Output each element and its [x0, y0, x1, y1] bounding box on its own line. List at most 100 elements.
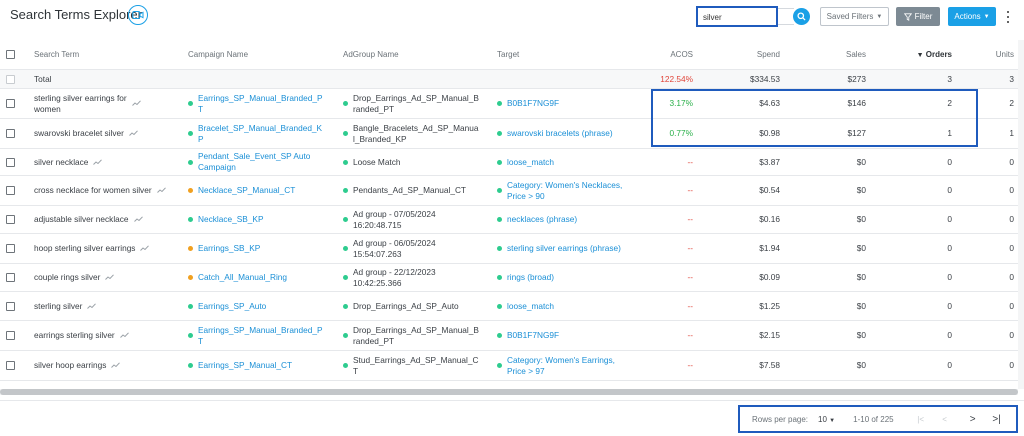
target-status-dot	[497, 333, 502, 338]
row-checkbox[interactable]	[6, 99, 15, 108]
col-units[interactable]: Units	[980, 50, 1014, 59]
actions-dropdown-button[interactable]: Actions ▼	[948, 7, 996, 26]
trend-chart-icon[interactable]	[156, 185, 166, 196]
trend-chart-icon[interactable]	[93, 157, 103, 168]
horizontal-scrollbar-thumb[interactable]	[0, 389, 1018, 395]
first-page-icon[interactable]: |<	[914, 412, 928, 426]
row-checkbox[interactable]	[6, 302, 15, 311]
campaign-link[interactable]: Earrings_SP_Manual_CT	[198, 360, 292, 371]
trend-chart-icon[interactable]	[105, 272, 115, 283]
target-link[interactable]: Category: Women's Necklaces, Price > 90	[507, 180, 622, 202]
trend-chart-icon[interactable]	[140, 243, 150, 254]
col-orders[interactable]: ▼ Orders	[905, 50, 952, 59]
search-term-cell: hoop sterling silver earrings	[34, 234, 184, 263]
next-page-icon[interactable]: >	[966, 412, 980, 426]
campaign-cell: Catch_All_Manual_Ring	[188, 264, 338, 291]
target-link[interactable]: B0B1F7NG9F	[507, 98, 559, 109]
funnel-icon	[903, 12, 912, 21]
row-checkbox[interactable]	[6, 215, 15, 224]
col-campaign-name[interactable]: Campaign Name	[188, 50, 248, 59]
actions-label: Actions	[954, 12, 981, 21]
row-checkbox[interactable]	[6, 361, 15, 370]
trend-chart-icon[interactable]	[133, 214, 143, 225]
target-status-dot	[497, 131, 502, 136]
col-adgroup-name[interactable]: AdGroup Name	[343, 50, 399, 59]
video-tutorial-button[interactable]	[128, 5, 148, 25]
target-link[interactable]: necklaces (phrase)	[507, 214, 577, 225]
trend-chart-icon[interactable]	[131, 98, 141, 109]
search-icon	[797, 12, 806, 21]
units-cell: 0	[1009, 156, 1014, 167]
row-checkbox[interactable]	[6, 331, 15, 340]
select-all-checkbox[interactable]	[6, 50, 15, 59]
campaign-link[interactable]: Bracelet_SP_Manual_Branded_K P	[198, 123, 322, 145]
row-checkbox[interactable]	[6, 273, 15, 282]
table-row[interactable]: earrings sterling silver Earrings_SP_Manu…	[0, 321, 1024, 351]
rows-per-page-select[interactable]: 10 ▼	[818, 415, 835, 424]
table-row[interactable]: couple rings silver Catch_All_Manual_Ring…	[0, 264, 1024, 292]
col-target[interactable]: Target	[497, 50, 519, 59]
total-label: Total	[34, 73, 52, 84]
campaign-link[interactable]: Necklace_SP_Manual_CT	[198, 185, 295, 196]
campaign-status-dot	[188, 217, 193, 222]
campaign-link[interactable]: Catch_All_Manual_Ring	[198, 272, 287, 283]
pagination-bar: Rows per page: 10 ▼ 1-10 of 225 |< < > >…	[738, 405, 1018, 433]
vertical-scrollbar[interactable]	[1018, 40, 1024, 389]
trend-chart-icon[interactable]	[129, 128, 138, 139]
search-button[interactable]	[793, 8, 810, 25]
col-search-term[interactable]: Search Term	[34, 50, 79, 59]
adgroup-text: Drop_Earrings_Ad_SP_Manual_B randed_PT	[353, 92, 479, 114]
table-row[interactable]: cross necklace for women silver Necklace_…	[0, 176, 1024, 206]
campaign-link[interactable]: Earrings_SP_Auto	[198, 301, 266, 312]
units-cell: 0	[1009, 272, 1014, 282]
col-acos[interactable]: ACOS	[660, 50, 693, 59]
target-cell: B0B1F7NG9F	[497, 89, 647, 118]
adgroup-text: Bangle_Bracelets_Ad_SP_Manua l_Branded_KP	[353, 122, 479, 144]
target-link[interactable]: rings (broad)	[507, 272, 554, 283]
filter-button[interactable]: Filter	[896, 7, 940, 26]
target-link[interactable]: loose_match	[507, 157, 554, 168]
video-camera-icon	[132, 10, 144, 20]
target-link[interactable]: swarovski bracelets (phrase)	[507, 128, 613, 139]
row-checkbox[interactable]	[6, 129, 15, 138]
table-row[interactable]: silver hoop earrings Earrings_SP_Manual_C…	[0, 351, 1024, 381]
row-checkbox[interactable]	[6, 244, 15, 253]
row-checkbox[interactable]	[6, 186, 15, 195]
search-term-text: couple rings silver	[34, 272, 101, 282]
last-page-icon[interactable]: >|	[990, 412, 1004, 426]
saved-filters-dropdown[interactable]: Saved Filters ▼	[820, 7, 889, 26]
target-link[interactable]: loose_match	[507, 301, 554, 312]
table-header: Search Term Campaign Name AdGroup Name T…	[0, 40, 1024, 70]
col-sales[interactable]: Sales	[820, 50, 866, 59]
search-input-extension[interactable]	[778, 8, 794, 25]
search-term-cell: adjustable silver necklace	[34, 206, 184, 233]
col-spend[interactable]: Spend	[730, 50, 780, 59]
target-link[interactable]: sterling silver earrings (phrase)	[507, 243, 621, 254]
trend-chart-icon[interactable]	[119, 330, 129, 341]
target-link[interactable]: Category: Women's Earrings, Price > 97	[507, 355, 615, 377]
target-link[interactable]: B0B1F7NG9F	[507, 330, 559, 341]
campaign-cell: Earrings_SP_Manual_Branded_P T	[188, 89, 338, 118]
trend-chart-icon[interactable]	[87, 301, 97, 312]
campaign-status-dot	[188, 246, 193, 251]
prev-page-icon[interactable]: <	[938, 412, 952, 426]
row-checkbox[interactable]	[6, 158, 15, 167]
campaign-link[interactable]: Earrings_SP_Manual_Branded_P T	[198, 93, 323, 115]
trend-chart-icon[interactable]	[111, 360, 121, 371]
page-title: Search Terms Explorer	[10, 7, 142, 22]
table-row[interactable]: adjustable silver necklace Necklace_SB_KP…	[0, 206, 1024, 234]
campaign-link[interactable]: Earrings_SB_KP	[198, 243, 260, 254]
filter-label: Filter	[914, 12, 933, 21]
campaign-link[interactable]: Necklace_SB_KP	[198, 214, 264, 225]
more-options-kebab-icon[interactable]	[1004, 9, 1012, 24]
adgroup-cell: Ad group - 07/05/2024 16:20:48.715	[343, 206, 493, 233]
search-term-cell: sterling silver	[34, 292, 184, 320]
search-input[interactable]: silver	[696, 6, 778, 27]
table-row[interactable]: hoop sterling silver earrings Earrings_SB…	[0, 234, 1024, 264]
acos-cell: --	[687, 156, 693, 167]
orders-cell: 0	[947, 272, 952, 282]
campaign-link[interactable]: Pendant_Sale_Event_SP Auto Campaign	[198, 151, 310, 173]
table-row[interactable]: sterling silver Earrings_SP_Auto Drop_Earr…	[0, 292, 1024, 321]
table-row[interactable]: silver necklace Pendant_Sale_Event_SP Aut…	[0, 149, 1024, 176]
campaign-link[interactable]: Earrings_SP_Manual_Branded_P T	[198, 325, 323, 347]
